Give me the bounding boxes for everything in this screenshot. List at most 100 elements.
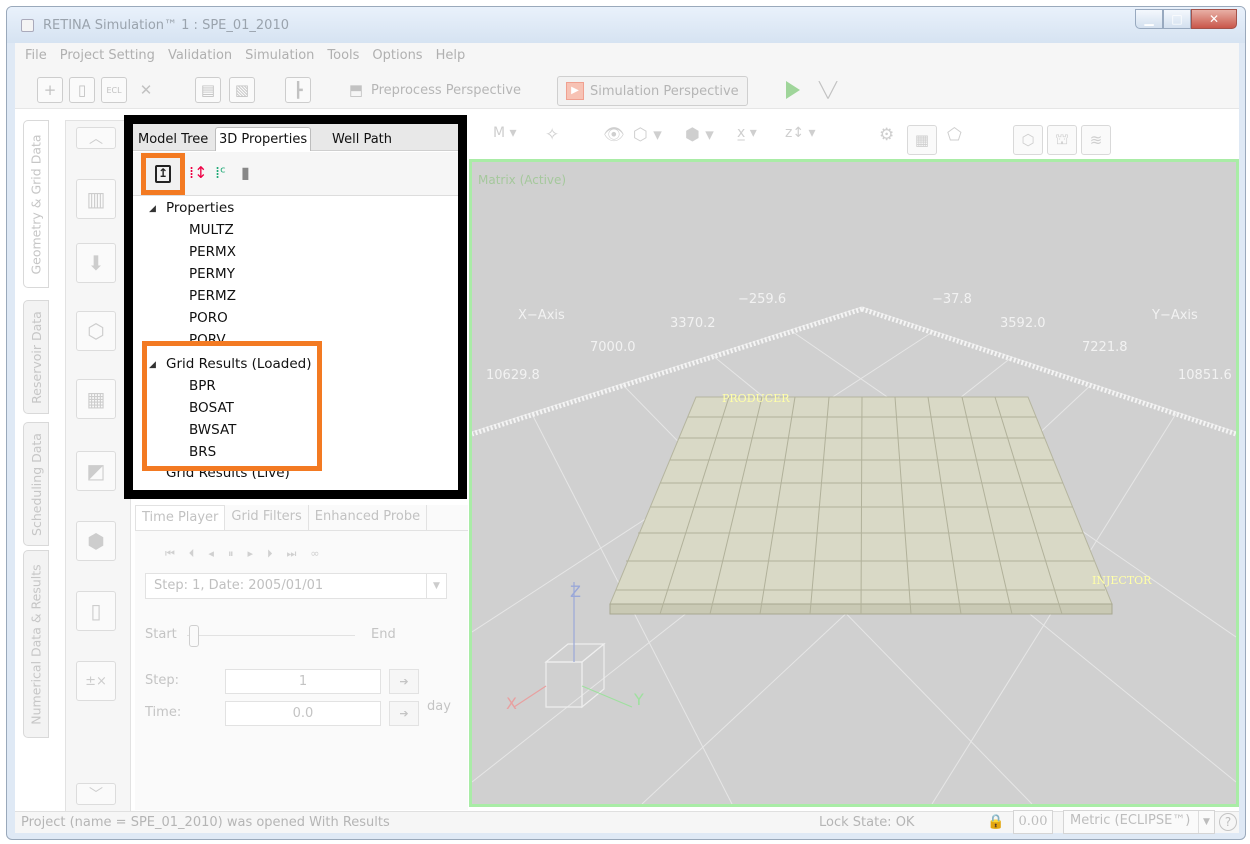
new-file-button[interactable]: ▯ [69,77,95,103]
delete-button[interactable]: ✕ [133,77,159,103]
x-axis-icon[interactable]: x̲ ▾ [737,125,757,141]
maximize-button[interactable]: □ [1163,9,1191,29]
tree-leaf-poro[interactable]: PORO [189,310,228,326]
vtab-geometry-grid[interactable]: Geometry & Grid Data [23,120,49,288]
water-display-button[interactable]: ≋ [1081,125,1111,155]
color-range-icon[interactable]: ⁞↕ [189,163,208,182]
tab-time-player[interactable]: Time Player [135,505,226,530]
lgr-button[interactable]: ⬢ [76,521,116,561]
color-legend-icon[interactable]: ⁞ᶜ [215,163,226,182]
preprocess-perspective-button[interactable]: Preprocess Perspective [371,77,521,103]
tab-model-tree[interactable]: Model Tree [135,127,211,151]
y-tick-label: 3592.0 [1000,316,1046,331]
tab-3d-properties[interactable]: 3D Properties [215,127,312,151]
new-project-button[interactable]: + [37,77,63,103]
load-results-button[interactable]: ↥ [141,153,185,195]
tree-node-properties[interactable]: Properties [166,200,234,216]
well-display-button[interactable]: ⛫ [1047,125,1077,155]
measure-menu[interactable]: M ▾ [493,125,517,141]
satellite-icon[interactable]: ✧ [545,125,559,145]
play-step-icon[interactable]: ▸ [247,547,267,560]
3d-viewport[interactable]: Matrix (Active) X−Axis Y−Axis 10629.8 70… [469,159,1239,807]
chevron-up-icon: ︿ [89,131,103,147]
time-slider-handle[interactable] [189,625,199,647]
calculator-button[interactable]: ±× [76,661,116,701]
maximize-icon: □ [1171,12,1183,26]
simulation-perspective-button[interactable]: ▶ Simulation Perspective [557,76,748,106]
plot-results-button[interactable]: ╲╱ [815,77,841,103]
water-waves-icon: ≋ [1089,131,1103,149]
simulation-perspective-label: Simulation Perspective [590,83,739,99]
scale-bar-icon[interactable]: ▮ [241,163,250,182]
expand-properties-icon[interactable]: ◢ [149,204,156,214]
menu-options[interactable]: Options [372,48,422,63]
tree-leaf-multz[interactable]: MULTZ [189,222,234,238]
tree-view-button[interactable]: ┣ [285,77,311,103]
well-injector-label[interactable]: INJECTOR [1092,574,1151,587]
well-producer-label[interactable]: PRODUCER [722,392,790,405]
fault-plane-icon: ◩ [86,459,106,483]
minimize-button[interactable]: ▁ [1135,9,1163,29]
menu-validation[interactable]: Validation [168,48,232,63]
prev-step-icon[interactable]: ⏴ [189,547,209,560]
blank-file-icon: ▯ [77,81,87,99]
padlock-icon[interactable]: 🔒 [987,814,1004,830]
save-as-button[interactable]: ▧ [229,77,255,103]
lgr-cube-icon: ⬢ [87,529,105,553]
menu-file[interactable]: File [25,48,47,63]
save-button[interactable]: ▤ [195,77,221,103]
plane-button[interactable]: ▯ [76,591,116,631]
vtab-numerical-results[interactable]: Numerical Data & Results [23,550,49,738]
polygon-icon[interactable]: ⬠ [947,125,962,145]
status-value-field[interactable]: 0.00 [1013,810,1053,834]
help-button[interactable]: ? [1219,813,1237,831]
open-eclipse-button[interactable]: ECL [101,77,127,103]
tree-leaf-permy[interactable]: PERMY [189,266,235,282]
step-input[interactable]: 1 [225,669,381,694]
bounding-box-button[interactable]: ⬡ [1013,125,1043,155]
unit-system-select[interactable]: Metric (ECLIPSE™) ▼ [1063,810,1215,834]
menu-help[interactable]: Help [436,48,466,63]
grid-block-button[interactable]: ▦ [76,379,116,419]
time-go-button[interactable]: ➔ [389,701,419,726]
vtab-scheduling-data[interactable]: Scheduling Data [23,422,49,546]
fault-button[interactable]: ◩ [76,451,116,491]
tab-well-path[interactable]: Well Path [329,127,395,151]
status-message: Project (name = SPE_01_2010) was opened … [21,815,390,830]
first-frame-icon[interactable]: ⏮ [165,547,189,560]
tab-enhanced-probe[interactable]: Enhanced Probe [309,505,428,530]
close-button[interactable]: ✕ [1191,9,1237,29]
menu-simulation[interactable]: Simulation [245,48,314,63]
step-date-select[interactable]: Step: 1, Date: 2005/01/01 ▼ [145,573,447,599]
step-go-button[interactable]: ➔ [389,669,419,694]
import-grid-button[interactable]: ⬇ [76,243,116,283]
eye-icon[interactable]: 👁 [603,125,625,145]
box-view-icon[interactable]: ⬢ ▾ [685,125,714,145]
grid-ruler-button[interactable]: ▥ [76,179,116,219]
scroll-up-button[interactable]: ︿ [76,127,116,149]
time-slider-track[interactable] [187,635,355,636]
vtab-reservoir-data[interactable]: Reservoir Data [23,300,49,414]
scroll-down-button[interactable]: ﹀ [76,783,116,805]
ecl-file-icon: ECL [106,85,122,95]
menu-tools[interactable]: Tools [327,48,359,63]
z-scale-icon[interactable]: z↕ ▾ [785,125,816,141]
tree-leaf-permz[interactable]: PERMZ [189,288,236,304]
tree-leaf-permx[interactable]: PERMX [189,244,236,260]
save-as-icon: ▧ [234,81,250,99]
start-label: Start [145,627,177,642]
bounding-cube-icon: ⬡ [1021,131,1035,149]
menu-project-setting[interactable]: Project Setting [60,48,155,63]
grid-toggle-button[interactable]: ▦ [907,125,937,155]
run-simulation-button[interactable] [781,77,805,103]
view-cube-icon[interactable]: ⬡ ▾ [633,125,662,145]
last-frame-icon[interactable]: ⏭ [286,547,310,560]
tab-grid-filters[interactable]: Grid Filters [225,505,309,530]
step-back-icon[interactable]: ◂ [208,547,228,560]
settings-gear-icon[interactable]: ⚙ [879,125,894,145]
next-step-icon[interactable]: ⏵ [267,547,287,560]
pause-icon[interactable]: ⏸ [228,547,248,560]
cube-button[interactable]: ⬡ [76,311,116,351]
loop-icon[interactable]: ∞ [310,547,333,560]
time-input[interactable]: 0.0 [225,701,381,726]
